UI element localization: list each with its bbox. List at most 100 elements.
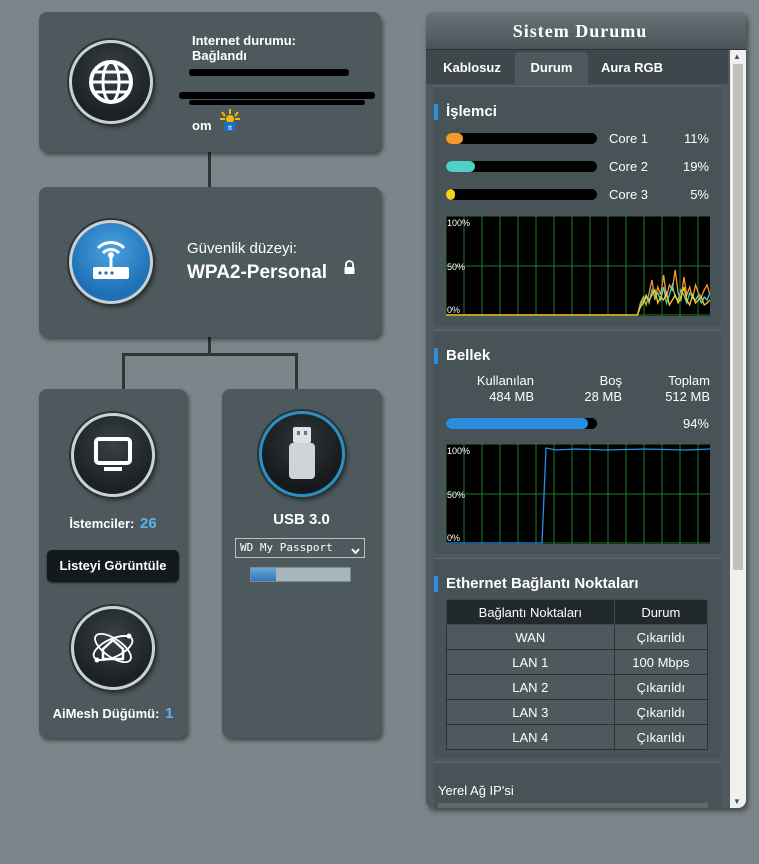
usb-device-selected: WD My Passport (240, 541, 333, 554)
router-icon[interactable] (69, 220, 153, 304)
tab-wireless[interactable]: Kablosuz (434, 52, 510, 84)
memory-trace (446, 447, 710, 544)
memory-usage-fill (446, 418, 588, 429)
cpu-core-trace (446, 282, 710, 316)
tab-aura-rgb[interactable]: Aura RGB (591, 52, 673, 84)
security-value: WPA2-Personal (187, 262, 328, 283)
aimesh-label: AiMesh Düğümü: (52, 706, 160, 721)
table-row: LAN 2 Çıkarıldı (446, 674, 709, 700)
port-cell: LAN 1 (446, 649, 615, 675)
cpu-core-bar (446, 189, 597, 200)
cpu-graph: 100% 50% 0% (446, 216, 710, 316)
table-row: LAN 4 Çıkarıldı (446, 724, 709, 750)
cpu-core-value: 19% (682, 159, 709, 174)
ethernet-header-port: Bağlantı Noktaları (446, 599, 615, 625)
internet-status-label: Internet durumu: (192, 33, 296, 48)
aimesh-count[interactable]: 1 (165, 705, 173, 722)
lock-icon (343, 260, 356, 280)
scrollbar-thumb[interactable] (733, 64, 743, 570)
cpu-graph-label-50: 50% (447, 262, 466, 272)
scroll-up-arrow[interactable]: ▲ (733, 52, 741, 61)
clients-count-row: İstemciler: 26 (39, 515, 187, 532)
ethernet-table-header: Bağlantı Noktaları Durum (446, 599, 709, 625)
cpu-graph-label-100: 100% (447, 218, 471, 228)
connector-internet-router (208, 150, 211, 188)
memory-total-value: 512 MB (665, 389, 710, 404)
status-cell: Çıkarıldı (613, 624, 709, 650)
cpu-core-bar (446, 161, 597, 172)
port-cell: LAN 2 (446, 674, 615, 700)
memory-free-value: 28 MB (584, 389, 622, 404)
memory-free-label: Boş (599, 373, 622, 388)
connector-branch-left (122, 353, 125, 391)
lan-ip-section: Yerel Ağ IP'si (434, 762, 721, 808)
internet-status-value: Bağlandı (192, 48, 247, 63)
redaction-bar (189, 69, 349, 76)
memory-graph: 100% 50% 0% (446, 444, 710, 544)
ethernet-table: Bağlantı Noktaları Durum WAN Çıkarıldı LA… (446, 599, 709, 750)
provider-suffix: om (192, 118, 212, 133)
memory-title: Bellek (433, 347, 491, 364)
cpu-core-value: 11% (683, 131, 709, 146)
tab-status[interactable]: Durum (515, 52, 588, 84)
redaction-bar (179, 92, 375, 99)
memory-total-label: Toplam (668, 373, 710, 388)
cpu-core-bar (446, 133, 597, 144)
table-row: WAN Çıkarıldı (446, 624, 709, 650)
system-status-panel: Sistem Durumu Kablosuz Durum Aura RGB İş… (426, 12, 746, 808)
memory-graph-label-0: 0% (447, 533, 461, 543)
router-card[interactable]: Güvenlik düzeyi: WPA2-Personal (39, 187, 381, 337)
panel-scrollbar[interactable]: ▲ ▼ (730, 50, 746, 808)
status-cell: Çıkarıldı (613, 674, 709, 700)
clients-count[interactable]: 26 (140, 515, 157, 532)
cpu-core-fill (446, 161, 475, 172)
cpu-core-name: Core 2 (609, 159, 649, 174)
scroll-down-arrow[interactable]: ▼ (733, 797, 741, 806)
usb-usage-fill (251, 568, 276, 581)
chevron-down-icon (351, 543, 360, 561)
usb-title: USB 3.0 (273, 511, 330, 528)
cpu-core-name: Core 3 (609, 187, 649, 202)
internet-card[interactable]: Internet durumu: Bağlandı om tt (39, 12, 381, 152)
security-label: Güvenlik düzeyi: (187, 240, 298, 257)
lan-ip-title: Yerel Ağ IP'si (438, 783, 514, 798)
clients-label: İstemciler: (69, 516, 135, 531)
clients-card: İstemciler: 26 Listeyi Görüntüle AiMesh … (39, 389, 187, 738)
view-list-button[interactable]: Listeyi Görüntüle (47, 550, 179, 582)
usb-drive-icon[interactable] (259, 411, 345, 497)
svg-text:tt: tt (228, 125, 232, 132)
ethernet-header-status: Durum (613, 599, 709, 625)
cpu-title: İşlemci (434, 103, 497, 120)
port-cell: WAN (446, 624, 615, 650)
provider-logo-icon: tt (219, 108, 241, 132)
ethernet-section: Ethernet Bağlantı Noktaları Bağlantı Nok… (434, 558, 721, 758)
port-cell: LAN 4 (446, 724, 615, 750)
memory-section: Bellek Kullanılan 484 MB Boş 28 MB Topla… (433, 330, 721, 554)
memory-used-value: 484 MB (489, 389, 534, 404)
memory-usage-bar (446, 418, 597, 429)
monitor-icon[interactable] (71, 413, 155, 497)
usb-card: USB 3.0 WD My Passport (222, 389, 381, 738)
usb-device-select[interactable]: WD My Passport (235, 538, 365, 558)
status-cell: Çıkarıldı (613, 699, 709, 725)
cpu-core-value: 5% (690, 187, 709, 202)
ethernet-title: Ethernet Bağlantı Noktaları (434, 575, 639, 592)
memory-percent: 94% (682, 416, 709, 431)
redaction-bar (189, 100, 365, 105)
globe-icon[interactable] (69, 40, 153, 124)
port-cell: LAN 3 (446, 699, 615, 725)
status-cell: Çıkarıldı (613, 724, 709, 750)
aimesh-row: AiMesh Düğümü: 1 (39, 705, 187, 722)
aimesh-icon[interactable] (71, 606, 155, 690)
cpu-graph-label-0: 0% (447, 305, 461, 315)
lan-ip-value-box (438, 803, 708, 808)
usb-usage-bar (250, 567, 351, 582)
table-row: LAN 3 Çıkarıldı (446, 699, 709, 725)
cpu-core-fill (446, 133, 463, 144)
table-row: LAN 1 100 Mbps (446, 649, 709, 675)
memory-graph-label-50: 50% (447, 490, 466, 500)
cpu-core-fill (446, 189, 456, 200)
connector-branch-right (295, 353, 298, 391)
panel-tabs: Kablosuz Durum Aura RGB (426, 50, 728, 84)
connector-router-branch (208, 335, 211, 355)
